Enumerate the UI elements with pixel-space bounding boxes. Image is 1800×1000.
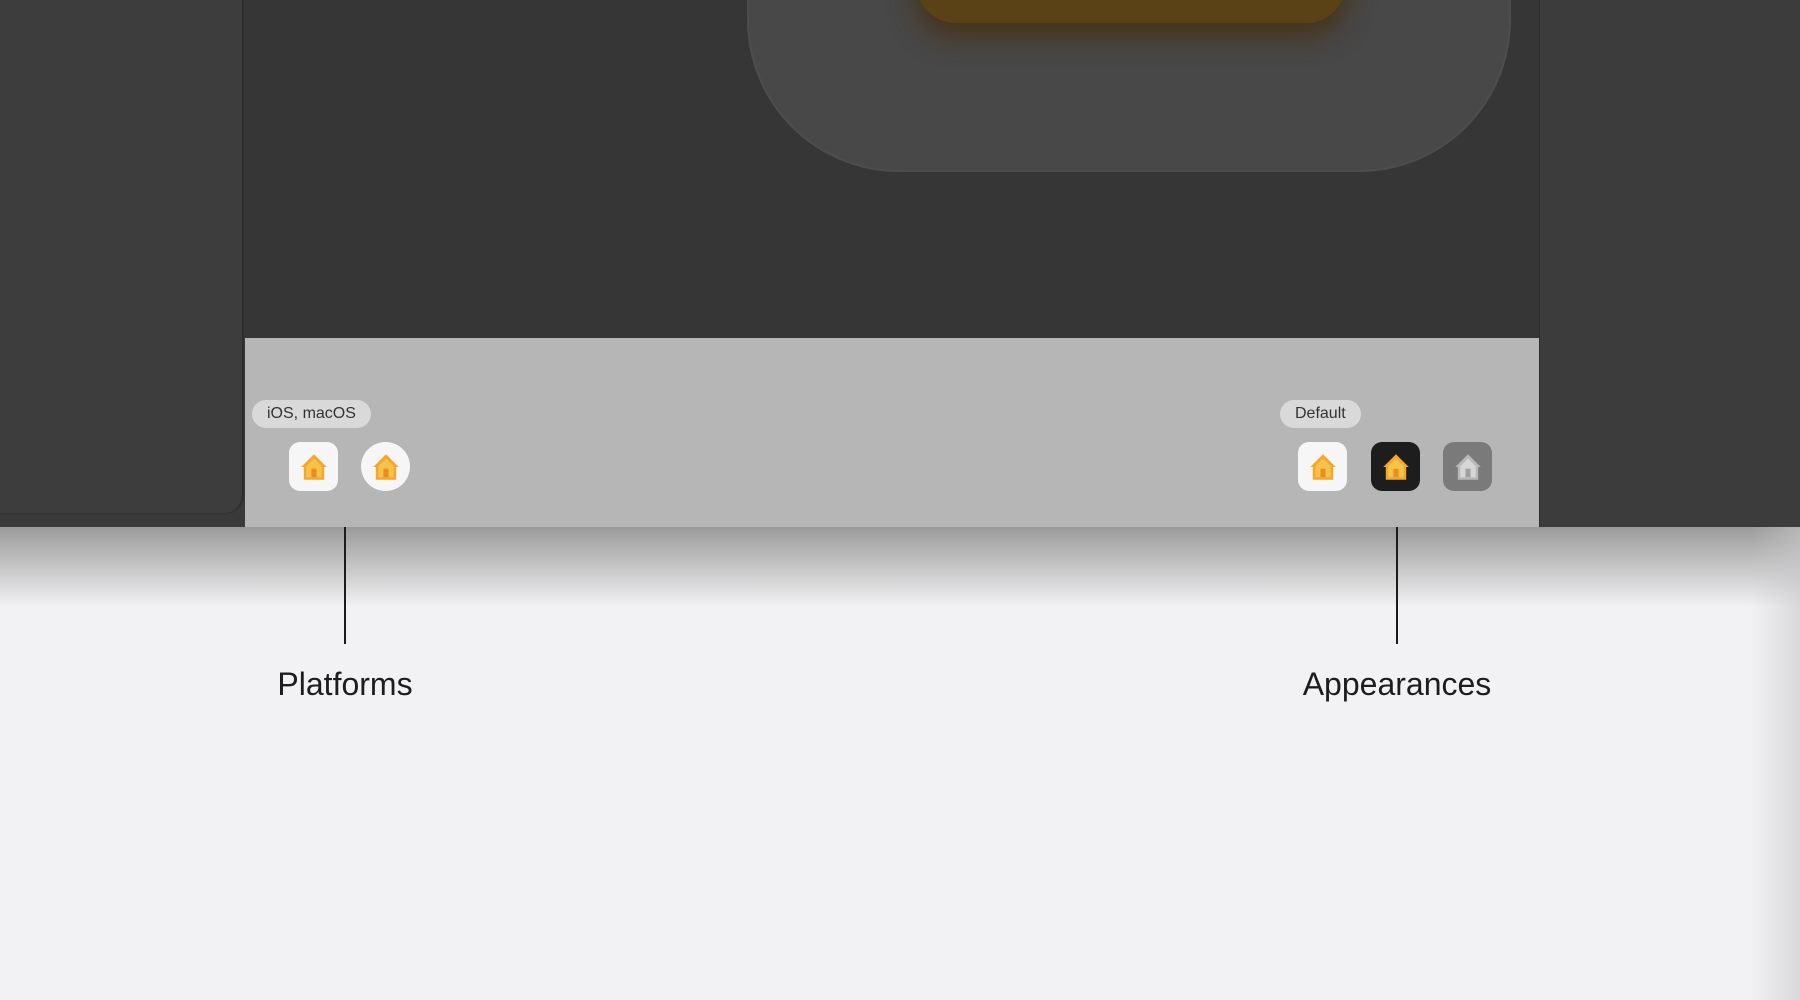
icon-composer-stage: iOS, macOS Default Platforms Appearances bbox=[0, 0, 1800, 1000]
sidebar-panel bbox=[0, 0, 243, 513]
home-icon bbox=[1309, 453, 1336, 480]
platforms-pill[interactable]: iOS, macOS bbox=[252, 400, 371, 428]
inspector-panel bbox=[1539, 0, 1800, 527]
icon-platter bbox=[749, 0, 1509, 170]
home-icon-macos-preview[interactable] bbox=[361, 442, 410, 491]
home-icon-dark-preview[interactable] bbox=[1371, 442, 1420, 491]
home-icon bbox=[1454, 453, 1481, 480]
icon-canvas bbox=[244, 0, 1540, 338]
home-icon-default-preview[interactable] bbox=[1298, 442, 1347, 491]
home-icon bbox=[1382, 453, 1409, 480]
edge-shade bbox=[1750, 527, 1800, 1000]
home-icon-ios-preview[interactable] bbox=[289, 442, 338, 491]
appearances-pill[interactable]: Default bbox=[1280, 400, 1361, 428]
preview-shadow bbox=[0, 527, 1800, 607]
appearances-label: Appearances bbox=[1302, 666, 1492, 702]
preview-bar: iOS, macOS Default bbox=[245, 338, 1539, 527]
platforms-label: Platforms bbox=[277, 666, 413, 702]
icon-preview-glow bbox=[916, 0, 1346, 23]
platforms-callout-line bbox=[344, 527, 346, 644]
appearances-callout-line bbox=[1396, 527, 1398, 644]
home-icon bbox=[300, 453, 327, 480]
home-icon-tinted-preview[interactable] bbox=[1443, 442, 1492, 491]
home-icon bbox=[372, 453, 399, 480]
